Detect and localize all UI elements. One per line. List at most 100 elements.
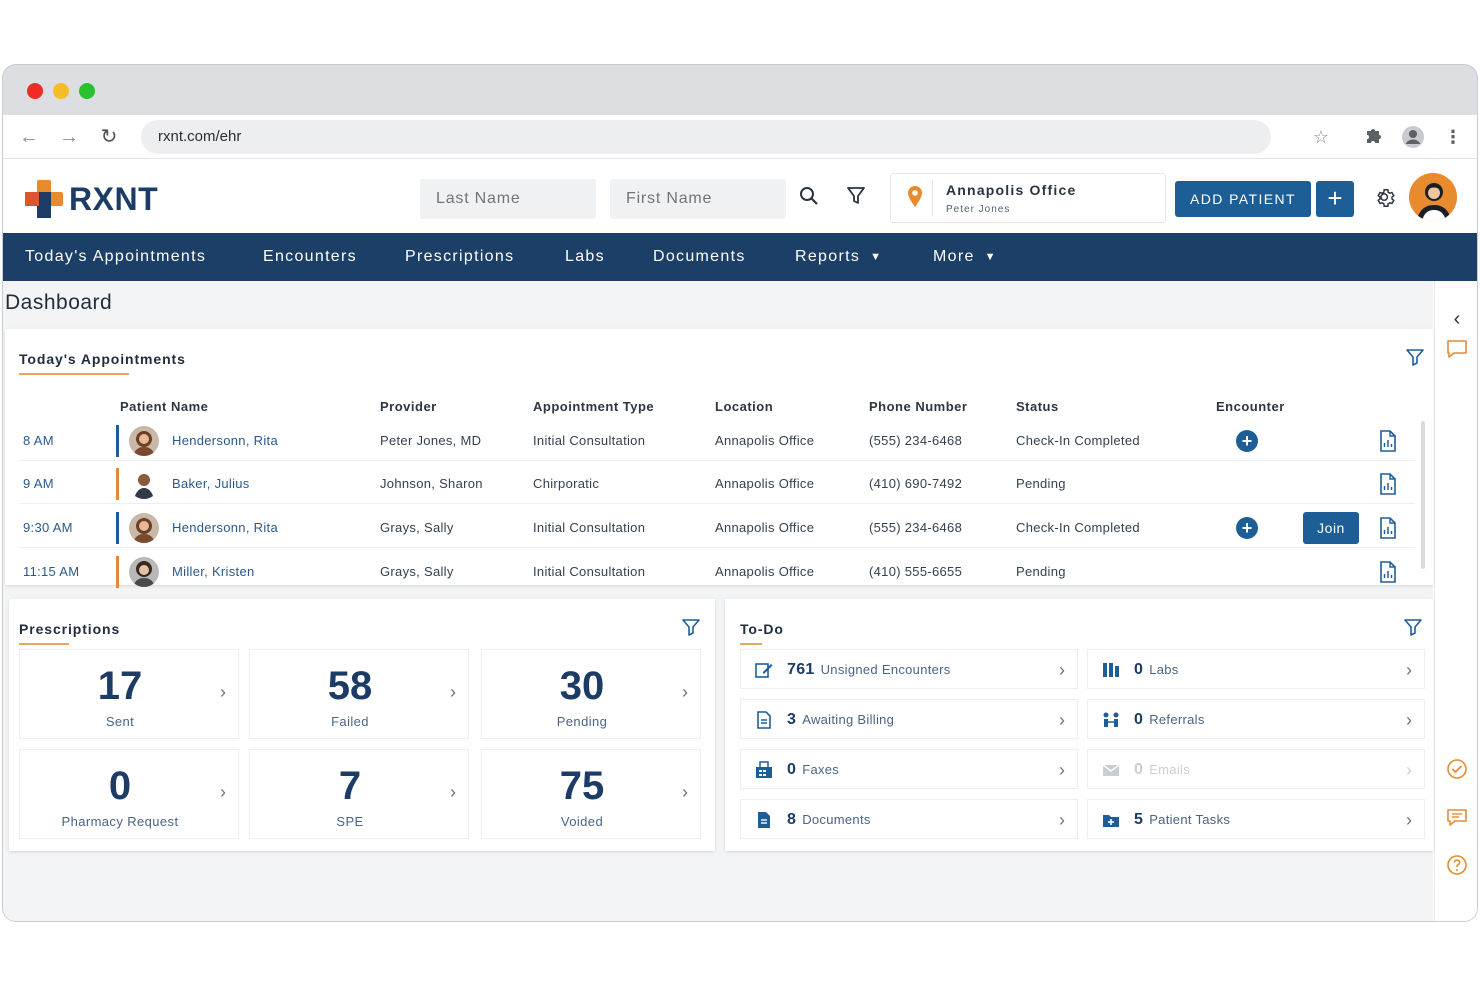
nav-prescriptions[interactable]: Prescriptions	[405, 233, 514, 281]
table-row[interactable]: 11:15 AM Miller, Kristen Grays, Sally In…	[19, 552, 1415, 592]
chevron-right-icon: ›	[220, 682, 226, 702]
nav-labs[interactable]: Labs	[565, 233, 605, 281]
todo-count: 0	[1134, 711, 1144, 728]
nav-reports-label: Reports	[795, 248, 861, 266]
nav-todays-appointments[interactable]: Today's Appointments	[25, 233, 206, 281]
extensions-puzzle-icon[interactable]	[1362, 125, 1386, 149]
document-icon[interactable]	[1379, 430, 1397, 452]
col-phone-number[interactable]: Phone Number	[869, 399, 967, 414]
message-icon[interactable]	[1445, 805, 1469, 829]
nav-documents[interactable]: Documents	[653, 233, 746, 281]
tile-label: SPE	[336, 814, 364, 829]
row-status-bar	[116, 556, 119, 588]
phone-number: (410) 555-6655	[869, 564, 963, 579]
provider-name: Grays, Sally	[380, 520, 454, 535]
todo-patient-tasks[interactable]: 5 Patient Tasks ›	[1087, 799, 1425, 839]
todo-emails[interactable]: 0 Emails ›	[1087, 749, 1425, 789]
back-arrow-icon[interactable]: ←	[17, 125, 41, 149]
col-status[interactable]: Status	[1016, 399, 1059, 414]
collapse-chevron-left-icon[interactable]: ‹	[1445, 307, 1469, 331]
todo-label: Faxes	[802, 762, 840, 777]
todo-labs[interactable]: 0 Labs ›	[1087, 649, 1425, 689]
location-selector[interactable]: Annapolis Office Peter Jones	[890, 173, 1166, 223]
chevron-right-icon: ›	[682, 682, 688, 702]
patient-name-link[interactable]: Hendersonn, Rita	[172, 508, 278, 548]
menu-kebab-icon[interactable]: ⋮	[1441, 125, 1465, 149]
patient-name-link[interactable]: Hendersonn, Rita	[172, 421, 278, 461]
rx-tile-failed[interactable]: 58 Failed ›	[249, 649, 469, 739]
title-underline	[740, 643, 762, 645]
filter-icon[interactable]	[1403, 617, 1423, 637]
chevron-right-icon: ›	[1059, 660, 1065, 680]
chevron-right-icon: ›	[450, 782, 456, 802]
check-circle-icon[interactable]	[1445, 757, 1469, 781]
rx-tile-voided[interactable]: 75 Voided ›	[481, 749, 701, 839]
col-appointment-type[interactable]: Appointment Type	[533, 399, 654, 414]
todo-documents[interactable]: 8 Documents ›	[740, 799, 1078, 839]
nav-encounters[interactable]: Encounters	[263, 233, 357, 281]
document-icon[interactable]	[1379, 517, 1397, 539]
appointment-status: Check-In Completed	[1016, 433, 1140, 448]
rx-tile-pending[interactable]: 30 Pending ›	[481, 649, 701, 739]
user-avatar[interactable]	[1409, 173, 1457, 221]
nav-more[interactable]: More ▼	[933, 233, 997, 281]
todo-referrals[interactable]: 0 Referrals ›	[1087, 699, 1425, 739]
first-name-input[interactable]	[610, 179, 786, 219]
bookmark-star-icon[interactable]: ☆	[1309, 125, 1333, 149]
todo-count: 8	[787, 811, 797, 828]
table-row[interactable]: 9:30 AM Hendersonn, Rita Grays, Sally In…	[19, 508, 1415, 548]
filter-icon[interactable]	[681, 617, 701, 637]
title-bar	[3, 65, 1477, 115]
last-name-input[interactable]	[420, 179, 596, 219]
add-encounter-button[interactable]: +	[1236, 430, 1258, 452]
appointment-location: Annapolis Office	[715, 433, 815, 448]
prescriptions-title: Prescriptions	[19, 621, 121, 637]
minimize-window-button[interactable]	[53, 83, 69, 99]
join-button[interactable]: Join	[1303, 512, 1359, 544]
tile-value: 17	[97, 664, 143, 708]
chat-bubble-icon[interactable]	[1445, 337, 1469, 361]
todo-label: Labs	[1149, 662, 1179, 677]
help-icon[interactable]	[1445, 853, 1469, 877]
col-patient-name[interactable]: Patient Name	[120, 399, 208, 414]
document-icon[interactable]	[1379, 561, 1397, 583]
address-bar[interactable]: rxnt.com/ehr	[141, 120, 1271, 154]
reload-icon[interactable]: ↻	[97, 125, 121, 149]
rx-tile-pharmacy-request[interactable]: 0 Pharmacy Request ›	[19, 749, 239, 839]
appointment-type: Initial Consultation	[533, 520, 646, 535]
rxnt-logo[interactable]: RXNT	[25, 179, 158, 219]
document-icon[interactable]	[1379, 473, 1397, 495]
appointment-status: Pending	[1016, 476, 1066, 491]
col-encounter[interactable]: Encounter	[1216, 399, 1285, 414]
quick-add-button[interactable]: +	[1316, 181, 1354, 217]
table-row[interactable]: 8 AM Hendersonn, Rita Peter Jones, MD In…	[19, 421, 1415, 461]
rx-tile-spe[interactable]: 7 SPE ›	[249, 749, 469, 839]
patient-avatar	[129, 426, 159, 456]
col-location[interactable]: Location	[715, 399, 773, 414]
add-patient-button[interactable]: ADD PATIENT	[1175, 181, 1311, 217]
location-office: Annapolis Office	[946, 182, 1077, 198]
profile-icon[interactable]	[1401, 125, 1425, 149]
todo-awaiting-billing[interactable]: 3 Awaiting Billing ›	[740, 699, 1078, 739]
todo-faxes[interactable]: 0 Faxes ›	[740, 749, 1078, 789]
search-icon[interactable]	[798, 185, 822, 209]
col-provider[interactable]: Provider	[380, 399, 437, 414]
add-encounter-button[interactable]: +	[1236, 517, 1258, 539]
patient-name-link[interactable]: Miller, Kristen	[172, 552, 255, 592]
table-scrollbar[interactable]	[1421, 421, 1425, 569]
todo-unsigned-encounters[interactable]: 761 Unsigned Encounters ›	[740, 649, 1078, 689]
close-window-button[interactable]	[27, 83, 43, 99]
chevron-right-icon: ›	[1059, 760, 1065, 780]
maximize-window-button[interactable]	[79, 83, 95, 99]
forward-arrow-icon[interactable]: →	[57, 125, 81, 149]
gear-icon[interactable]	[1375, 187, 1397, 209]
rx-tile-sent[interactable]: 17 Sent ›	[19, 649, 239, 739]
nav-reports[interactable]: Reports ▼	[795, 233, 882, 281]
todo-count: 3	[787, 711, 797, 728]
title-underline	[19, 643, 69, 645]
patient-name-link[interactable]: Baker, Julius	[172, 464, 250, 504]
patient-avatar	[129, 469, 159, 499]
table-row[interactable]: 9 AM Baker, Julius Johnson, Sharon Chirp…	[19, 464, 1415, 504]
filter-icon[interactable]	[1405, 347, 1425, 367]
filter-icon[interactable]	[845, 185, 869, 209]
